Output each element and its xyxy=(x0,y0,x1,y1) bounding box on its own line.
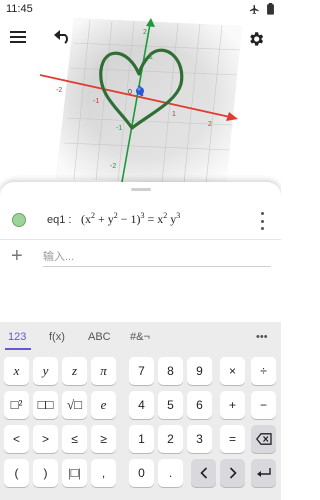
eq-equals: = x xyxy=(144,212,164,226)
menu-button[interactable] xyxy=(10,30,34,54)
enter-key[interactable] xyxy=(251,459,276,487)
add-item-button[interactable]: + xyxy=(11,246,23,266)
geogebra-screen: 11:45 -2 -1 1 2 2 1 -1 -2 0 eq1: (x2 + … xyxy=(0,0,281,500)
visibility-toggle[interactable] xyxy=(12,213,26,227)
gear-icon xyxy=(250,32,264,46)
key-5[interactable]: 5 xyxy=(158,391,183,419)
key-1[interactable]: 1 xyxy=(129,425,154,453)
key-x[interactable]: x xyxy=(4,357,29,385)
more-dot xyxy=(260,212,264,215)
airplane-icon xyxy=(249,4,259,14)
key-2[interactable]: 2 xyxy=(158,425,183,453)
equation-eq1[interactable]: eq1 : (x2 + y2 − 1)3 = x2 y3 xyxy=(47,211,180,228)
key-left-arrow[interactable] xyxy=(191,459,216,487)
y-tick-label: 1 xyxy=(149,54,153,61)
undo-icon xyxy=(54,30,68,44)
status-time: 11:45 xyxy=(6,3,33,15)
settings-button[interactable] xyxy=(247,30,271,54)
keyboard-tabs: 123 f(x) ABC #&¬ ••• xyxy=(0,322,281,350)
algebra-input-row[interactable]: + 输入... xyxy=(0,240,281,274)
origin-point-highlight xyxy=(137,87,141,91)
key-square[interactable]: □² xyxy=(4,391,29,419)
key-right-arrow[interactable] xyxy=(220,459,245,487)
active-tab-indicator xyxy=(5,348,31,350)
key-open-paren[interactable]: ( xyxy=(4,459,29,487)
key-e[interactable]: e xyxy=(91,391,116,419)
tab-more[interactable]: ••• xyxy=(256,331,268,343)
key-plus[interactable]: + xyxy=(220,391,245,419)
key-9[interactable]: 9 xyxy=(187,357,212,385)
undo-button[interactable] xyxy=(54,30,78,54)
menu-icon xyxy=(10,31,26,43)
key-greater-than[interactable]: > xyxy=(33,425,58,453)
key-equals[interactable]: = xyxy=(220,425,245,453)
panel-drag-handle[interactable] xyxy=(131,188,151,191)
tab-symbols[interactable]: #&¬ xyxy=(130,331,150,343)
key-abs[interactable]: |□| xyxy=(62,459,87,487)
algebra-panel: eq1 : (x2 + y2 − 1)3 = x2 y3 + 输入... xyxy=(0,182,281,322)
key-multiply[interactable]: × xyxy=(220,357,245,385)
x-tick-label: 1 xyxy=(172,111,176,118)
key-minus[interactable]: − xyxy=(251,391,276,419)
equation-label: eq1 : xyxy=(47,214,72,226)
key-6[interactable]: 6 xyxy=(187,391,212,419)
origin-label: 0 xyxy=(128,89,132,96)
status-bar: 11:45 xyxy=(0,0,281,18)
key-greater-equal[interactable]: ≥ xyxy=(91,425,116,453)
key-less-equal[interactable]: ≤ xyxy=(62,425,87,453)
key-power[interactable]: □□ xyxy=(33,391,58,419)
x-tick-label: -1 xyxy=(93,98,99,105)
key-pi[interactable]: π xyxy=(91,357,116,385)
graph-canvas[interactable]: -2 -1 1 2 2 1 -1 -2 0 xyxy=(0,18,281,185)
graphics-view-3d[interactable]: -2 -1 1 2 2 1 -1 -2 0 xyxy=(0,18,281,185)
math-keyboard: 123 f(x) ABC #&¬ ••• x y z π 7 8 9 × ÷ □… xyxy=(0,322,281,500)
key-3[interactable]: 3 xyxy=(187,425,212,453)
backspace-key[interactable] xyxy=(251,425,276,453)
tab-numbers[interactable]: 123 xyxy=(8,331,26,343)
key-comma[interactable]: , xyxy=(91,459,116,487)
key-7[interactable]: 7 xyxy=(129,357,154,385)
key-4[interactable]: 4 xyxy=(129,391,154,419)
chevron-left-icon xyxy=(199,467,207,479)
chevron-right-icon xyxy=(229,467,237,479)
key-sqrt[interactable]: √□ xyxy=(62,391,87,419)
enter-icon xyxy=(256,468,271,477)
status-icons xyxy=(249,3,275,15)
key-y[interactable]: y xyxy=(33,357,58,385)
x-tick-label: -2 xyxy=(56,87,62,94)
eq-rhs-mid: y xyxy=(167,212,177,226)
more-dot xyxy=(260,227,264,230)
backspace-icon xyxy=(255,433,272,445)
eq-exp: 3 xyxy=(176,211,181,220)
key-8[interactable]: 8 xyxy=(158,357,183,385)
y-tick-label: -2 xyxy=(110,163,116,170)
tab-functions[interactable]: f(x) xyxy=(49,331,65,343)
algebra-input[interactable]: 输入... xyxy=(43,245,271,267)
key-decimal[interactable]: . xyxy=(158,459,183,487)
battery-icon xyxy=(267,3,274,15)
y-tick-label: -1 xyxy=(116,125,122,132)
eq-lhs-tail: − 1) xyxy=(117,212,141,226)
key-divide[interactable]: ÷ xyxy=(251,357,276,385)
item-more-button[interactable] xyxy=(256,212,268,230)
tab-letters[interactable]: ABC xyxy=(88,331,111,343)
key-close-paren[interactable]: ) xyxy=(33,459,58,487)
x-tick-label: 2 xyxy=(208,121,212,128)
key-0[interactable]: 0 xyxy=(129,459,154,487)
algebra-item-eq1[interactable]: eq1 : (x2 + y2 − 1)3 = x2 y3 xyxy=(0,200,281,240)
eq-lhs-mid: + y xyxy=(94,212,114,226)
y-tick-label: 2 xyxy=(143,29,147,36)
key-less-than[interactable]: < xyxy=(4,425,29,453)
eq-lhs-base: (x xyxy=(80,212,91,226)
key-z[interactable]: z xyxy=(62,357,87,385)
more-dot xyxy=(260,219,264,223)
